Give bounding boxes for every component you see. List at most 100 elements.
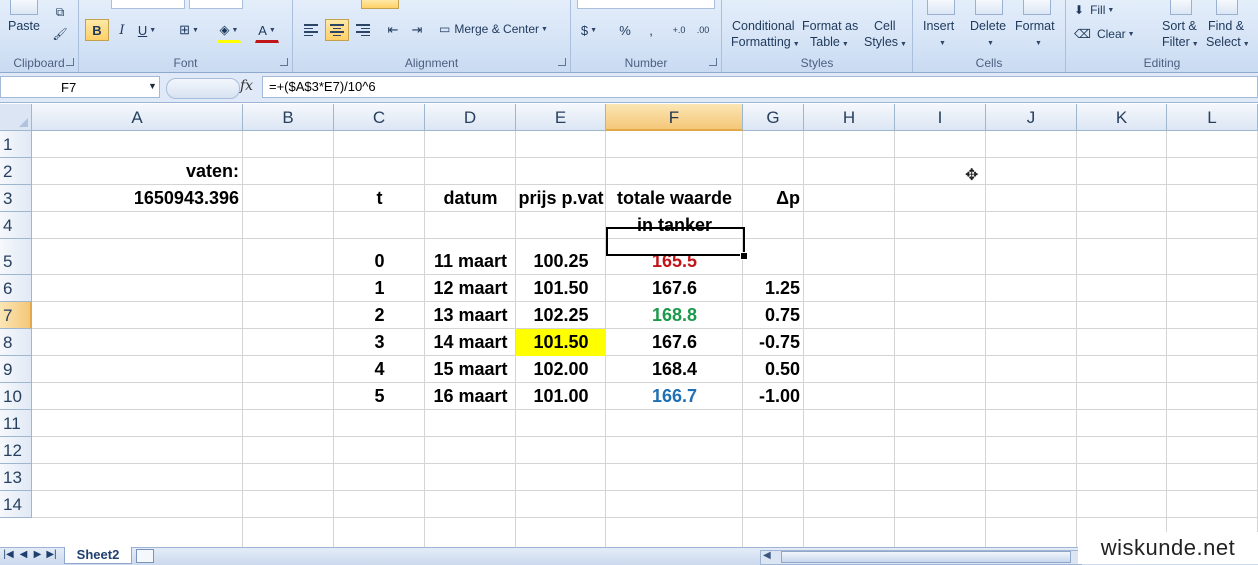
sheet-tab[interactable]: Sheet2: [64, 547, 132, 564]
last-sheet-icon[interactable]: ▶|: [45, 549, 58, 560]
row-header-11[interactable]: 11: [0, 410, 32, 437]
column-header-e[interactable]: E: [516, 104, 606, 131]
row-header-9[interactable]: 9: [0, 356, 32, 383]
cell-d8[interactable]: 14 maart: [425, 329, 516, 356]
row-header-6[interactable]: 6: [0, 275, 32, 302]
column-header-d[interactable]: D: [425, 104, 516, 131]
column-header-i[interactable]: I: [895, 104, 986, 131]
cell-c10[interactable]: 5: [334, 383, 425, 410]
first-sheet-icon[interactable]: |◀: [2, 549, 15, 560]
row-header-1[interactable]: 1: [0, 131, 32, 158]
font-name-box[interactable]: [111, 0, 185, 9]
cell-c5[interactable]: 0: [334, 248, 425, 275]
paste-button[interactable]: Paste: [8, 18, 40, 34]
cell-f10[interactable]: 166.7: [606, 383, 743, 410]
format-painter-icon[interactable]: 🖌: [52, 24, 68, 44]
cell-c6[interactable]: 1: [334, 275, 425, 302]
bold-button[interactable]: B: [85, 19, 109, 41]
find-select-button[interactable]: Find & Select ▼: [1206, 0, 1254, 56]
cell-c8[interactable]: 3: [334, 329, 425, 356]
underline-button[interactable]: U ▼: [135, 19, 159, 41]
align-right-icon[interactable]: [351, 19, 375, 41]
cell-g8[interactable]: -0.75: [743, 329, 804, 356]
column-header-b[interactable]: B: [243, 104, 334, 131]
number-format-box[interactable]: [577, 0, 715, 9]
row-header-12[interactable]: 12: [0, 437, 32, 464]
conditional-formatting-button[interactable]: Conditional Formatting ▼: [726, 0, 800, 56]
cell-e3[interactable]: prijs p.vat: [516, 185, 606, 212]
row-header-2[interactable]: 2: [0, 158, 32, 185]
row-header-8[interactable]: 8: [0, 329, 32, 356]
format-as-table-button[interactable]: Format as Table ▼: [800, 0, 860, 56]
cell-a3[interactable]: 1650943.396: [32, 185, 243, 212]
orientation-button[interactable]: [361, 0, 399, 9]
insert-button[interactable]: Insert ▼: [917, 0, 963, 56]
column-header-k[interactable]: K: [1077, 104, 1167, 131]
delete-button[interactable]: Delete ▼: [965, 0, 1011, 56]
column-header-g[interactable]: G: [743, 104, 804, 131]
column-header-c[interactable]: C: [334, 104, 425, 131]
name-box-dropdown-icon[interactable]: ▼: [148, 81, 157, 91]
select-all-button[interactable]: [0, 104, 32, 131]
comma-button[interactable]: ,: [639, 19, 663, 41]
clear-button[interactable]: ⌫ Clear ▼: [1074, 24, 1135, 44]
cell-a2[interactable]: vaten:: [32, 158, 243, 185]
cell-styles-button[interactable]: Cell Styles ▼: [862, 0, 908, 56]
next-sheet-icon[interactable]: ▶: [31, 549, 44, 560]
row-header-13[interactable]: 13: [0, 464, 32, 491]
row-header-5[interactable]: 5: [0, 239, 32, 275]
row-header-3[interactable]: 3: [0, 185, 32, 212]
scroll-left-icon[interactable]: ◀: [763, 550, 771, 561]
formula-bar-expand-handle[interactable]: [166, 78, 240, 99]
cell-f9[interactable]: 168.4: [606, 356, 743, 383]
insert-sheet-icon[interactable]: [136, 549, 154, 563]
decrease-decimal-button[interactable]: .00: [691, 19, 715, 41]
cell-c3[interactable]: t: [334, 185, 425, 212]
horizontal-scrollbar[interactable]: ◀: [760, 550, 1082, 565]
merge-center-button[interactable]: ▭ Merge & Center ▼: [439, 19, 548, 39]
row-header-4[interactable]: 4: [0, 212, 32, 239]
percent-button[interactable]: %: [613, 19, 637, 41]
fill-handle[interactable]: [740, 252, 748, 260]
clipboard-launcher-icon[interactable]: [66, 58, 74, 66]
cell-g7[interactable]: 0.75: [743, 302, 804, 329]
cell-d3[interactable]: datum: [425, 185, 516, 212]
cell-d7[interactable]: 13 maart: [425, 302, 516, 329]
column-header-l[interactable]: L: [1167, 104, 1258, 131]
increase-decimal-button[interactable]: +.0: [667, 19, 691, 41]
name-box[interactable]: F7: [0, 76, 160, 98]
cell-c7[interactable]: 2: [334, 302, 425, 329]
row-header-14[interactable]: 14: [0, 491, 32, 518]
cell-e10[interactable]: 101.00: [516, 383, 606, 410]
copy-icon[interactable]: ⧉: [52, 2, 68, 22]
italic-button[interactable]: I: [110, 19, 134, 41]
row-header-7[interactable]: 7: [0, 302, 32, 329]
format-button[interactable]: Format ▼: [1013, 0, 1061, 56]
cell-f8[interactable]: 167.6: [606, 329, 743, 356]
align-left-icon[interactable]: [299, 19, 323, 41]
column-header-h[interactable]: H: [804, 104, 895, 131]
borders-icon[interactable]: ⊞ ▼: [177, 19, 201, 41]
cell-f7[interactable]: 168.8: [606, 302, 743, 329]
font-launcher-icon[interactable]: [280, 58, 288, 66]
decrease-indent-icon[interactable]: ⇤: [381, 19, 405, 41]
font-color-button[interactable]: A ▼: [255, 19, 279, 43]
formula-input[interactable]: =+($A$3*E7)/10^6: [262, 76, 1258, 98]
cell-e5[interactable]: 100.25: [516, 248, 606, 275]
alignment-launcher-icon[interactable]: [558, 58, 566, 66]
cell-c9[interactable]: 4: [334, 356, 425, 383]
number-launcher-icon[interactable]: [709, 58, 717, 66]
insert-function-icon[interactable]: fx: [240, 78, 253, 94]
prev-sheet-icon[interactable]: ◀: [17, 549, 30, 560]
cell-d10[interactable]: 16 maart: [425, 383, 516, 410]
worksheet-grid[interactable]: A B C D E F G H I J K L 1 2 3 4 5 6 7 8 9 10 11 12 13 14 vaten: 165…: [0, 104, 1258, 547]
column-header-a[interactable]: A: [32, 104, 243, 131]
sort-filter-button[interactable]: Sort & Filter ▼: [1160, 0, 1204, 56]
cell-e6[interactable]: 101.50: [516, 275, 606, 302]
increase-indent-icon[interactable]: ⇥: [405, 19, 429, 41]
cell-f3[interactable]: totale waarde: [606, 185, 743, 212]
align-center-icon[interactable]: [325, 19, 349, 41]
fill-color-icon[interactable]: ◈ ▼: [217, 19, 241, 43]
column-header-j[interactable]: J: [986, 104, 1077, 131]
scrollbar-thumb[interactable]: [781, 551, 1071, 563]
